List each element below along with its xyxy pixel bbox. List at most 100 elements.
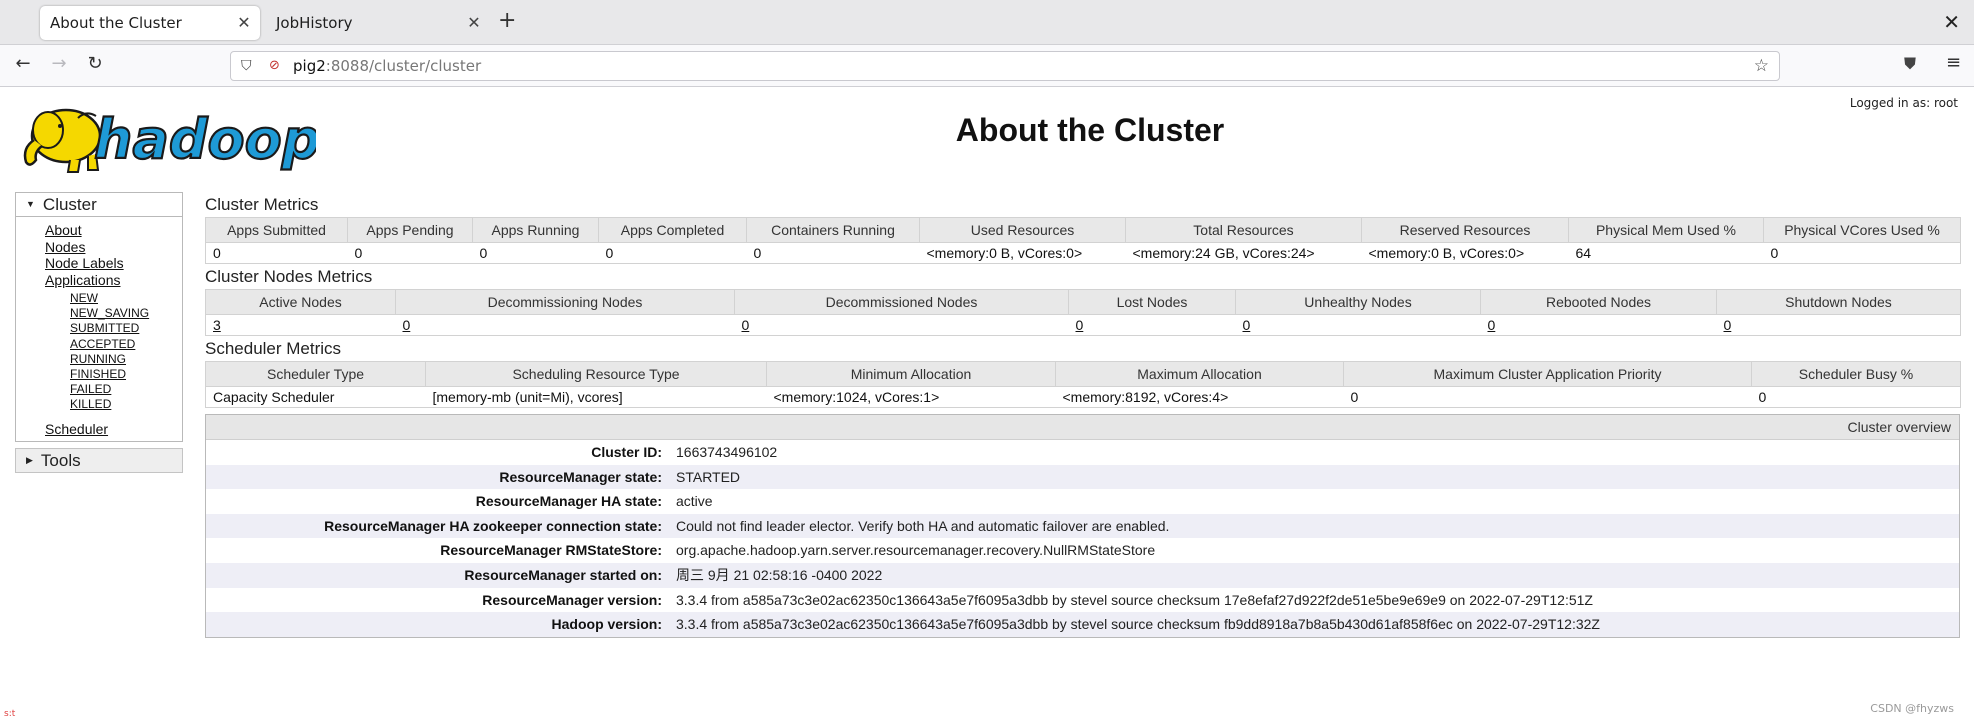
column-header[interactable]: Unhealthy Nodes (1235, 289, 1481, 315)
tools-accordion-header[interactable]: ▶ Tools (15, 448, 183, 474)
column-header[interactable]: Minimum Allocation (766, 361, 1056, 387)
column-header[interactable]: Active Nodes (205, 289, 396, 315)
cluster-label: Cluster (42, 195, 97, 214)
overview-value: org.apache.hadoop.yarn.server.resourcema… (676, 542, 1156, 559)
table-cell: Capacity Scheduler (205, 386, 426, 408)
table-cell: 0 (1343, 386, 1752, 408)
url-bar[interactable]: ⛉ ⊘ pig2:8088/cluster/cluster ☆ (230, 51, 1780, 81)
tools-label: Tools (40, 451, 81, 471)
scheduler-metrics-table: Scheduler Type Scheduling Resource Type … (205, 361, 1961, 408)
lost-nodes-link[interactable]: 0 (1076, 317, 1084, 333)
overview-key: ResourceManager RMStateStore: (440, 542, 662, 559)
column-header[interactable]: Scheduler Type (205, 361, 426, 387)
overview-key: ResourceManager version: (482, 591, 662, 608)
column-header[interactable]: Apps Pending (347, 217, 473, 243)
overview-row: ResourceManager RMStateStore: org.apache… (206, 538, 1959, 563)
new-tab-button[interactable]: + (498, 8, 516, 33)
tab-close-icon[interactable]: ✕ (464, 6, 484, 40)
decommissioned-nodes-link[interactable]: 0 (742, 317, 750, 333)
cluster-overview-panel: Cluster overview Cluster ID: 16637434961… (205, 414, 1960, 638)
column-header[interactable]: Scheduler Busy % (1751, 361, 1961, 387)
column-header[interactable]: Decommissioning Nodes (395, 289, 735, 315)
logged-in-status: Logged in as: root (1849, 96, 1958, 110)
tab-about-cluster[interactable]: About the Cluster ✕ (40, 6, 260, 40)
insecure-lock-icon[interactable]: ⊘ (269, 52, 280, 80)
column-header[interactable]: Maximum Allocation (1055, 361, 1344, 387)
overview-key: ResourceManager HA zookeeper connection … (324, 517, 662, 534)
pocket-icon[interactable]: ⛊ (1904, 54, 1916, 74)
nav-link-submitted[interactable]: SUBMITTED (45, 321, 182, 336)
column-header[interactable]: Apps Completed (598, 217, 747, 243)
table-row: 3 0 0 0 0 0 0 (205, 314, 1961, 336)
rebooted-nodes-link[interactable]: 0 (1488, 317, 1496, 333)
nav-link-nodes[interactable]: Nodes (45, 239, 182, 256)
column-header[interactable]: Total Resources (1125, 217, 1362, 243)
table-header-row: Apps Submitted Apps Pending Apps Running… (205, 217, 1961, 243)
nav-link-accepted[interactable]: ACCEPTED (45, 337, 182, 352)
bookmark-star-icon[interactable]: ☆ (1754, 52, 1769, 80)
overview-value: 3.3.4 from a585a73c3e02ac62350c136643a5e… (676, 616, 1600, 633)
nav-link-new-saving[interactable]: NEW_SAVING (45, 306, 182, 321)
tab-close-icon[interactable]: ✕ (234, 6, 254, 40)
table-cell: 64 (1568, 242, 1764, 264)
table-cell: 0 (746, 242, 920, 264)
node-metrics-table: Active Nodes Decommissioning Nodes Decom… (205, 289, 1961, 336)
column-header[interactable]: Maximum Cluster Application Priority (1343, 361, 1752, 387)
nav-link-about[interactable]: About (45, 222, 182, 239)
column-header[interactable]: Apps Submitted (205, 217, 348, 243)
overview-key: ResourceManager state: (499, 468, 662, 485)
forward-icon[interactable]: → (46, 53, 72, 74)
column-header[interactable]: Shutdown Nodes (1716, 289, 1961, 315)
navigation-bar: ← → ↻ ⛉ ⊘ pig2:8088/cluster/cluster ☆ ⛊ … (0, 45, 1974, 87)
column-header[interactable]: Used Resources (919, 217, 1126, 243)
table-cell: 0 (598, 242, 747, 264)
nav-link-failed[interactable]: FAILED (45, 382, 182, 397)
reload-icon[interactable]: ↻ (82, 53, 108, 74)
decommissioning-nodes-link[interactable]: 0 (403, 317, 411, 333)
overview-value: STARTED (676, 468, 741, 485)
active-nodes-link[interactable]: 3 (213, 317, 221, 333)
column-header[interactable]: Reserved Resources (1361, 217, 1569, 243)
table-row: 0 0 0 0 0 <memory:0 B, vCores:0> <memory… (205, 242, 1961, 264)
scheduler-metrics-title: Scheduler Metrics (205, 339, 342, 358)
overview-row: ResourceManager state: STARTED (206, 464, 1959, 490)
main-content: Cluster Metrics Apps Submitted Apps Pend… (205, 192, 1961, 638)
triangle-right-icon: ▶ (26, 455, 33, 466)
column-header[interactable]: Apps Running (472, 217, 599, 243)
sidebar: ▼ Cluster About Nodes Node Labels Applica… (15, 192, 183, 474)
window-close-icon[interactable]: ✕ (1943, 10, 1960, 34)
shield-icon[interactable]: ⛉ (241, 52, 252, 80)
column-header[interactable]: Physical VCores Used % (1763, 217, 1961, 243)
table-cell: 0 (1068, 314, 1236, 336)
shutdown-nodes-link[interactable]: 0 (1724, 317, 1732, 333)
nav-link-running[interactable]: RUNNING (45, 352, 182, 367)
nav-link-killed[interactable]: KILLED (45, 397, 182, 412)
menu-icon[interactable]: ≡ (1946, 52, 1961, 73)
nav-link-finished[interactable]: FINISHED (45, 367, 182, 382)
table-cell: <memory:1024, vCores:1> (766, 386, 1056, 408)
unhealthy-nodes-link[interactable]: 0 (1243, 317, 1251, 333)
table-cell: <memory:8192, vCores:4> (1055, 386, 1344, 408)
overview-value: Could not find leader elector. Verify bo… (676, 517, 1170, 534)
column-header[interactable]: Scheduling Resource Type (425, 361, 767, 387)
overview-row: ResourceManager started on: 周三 9月 21 02:… (206, 562, 1959, 588)
cluster-overview-title: Cluster overview (206, 415, 1959, 440)
column-header[interactable]: Physical Mem Used % (1568, 217, 1764, 243)
overview-row: Cluster ID: 1663743496102 (206, 440, 1959, 465)
column-header[interactable]: Rebooted Nodes (1480, 289, 1717, 315)
column-header[interactable]: Containers Running (746, 217, 920, 243)
column-header[interactable]: Lost Nodes (1068, 289, 1236, 315)
app-state-list: NEW NEW_SAVING SUBMITTED ACCEPTED RUNNIN… (45, 291, 182, 413)
nav-link-new[interactable]: NEW (45, 291, 182, 306)
nav-link-applications[interactable]: Applications (45, 272, 182, 289)
node-metrics-title: Cluster Nodes Metrics (205, 267, 373, 286)
tab-jobhistory[interactable]: JobHistory ✕ (266, 6, 490, 40)
overview-row: ResourceManager version: 3.3.4 from a585… (206, 588, 1959, 613)
table-cell: 0 (472, 242, 599, 264)
page: hadoop Logged in as: root About the Clus… (0, 88, 1974, 725)
column-header[interactable]: Decommissioned Nodes (734, 289, 1069, 315)
nav-link-node-labels[interactable]: Node Labels (45, 255, 182, 272)
cluster-accordion-header[interactable]: ▼ Cluster (15, 192, 183, 217)
back-icon[interactable]: ← (10, 53, 36, 74)
nav-link-scheduler[interactable]: Scheduler (45, 421, 182, 438)
